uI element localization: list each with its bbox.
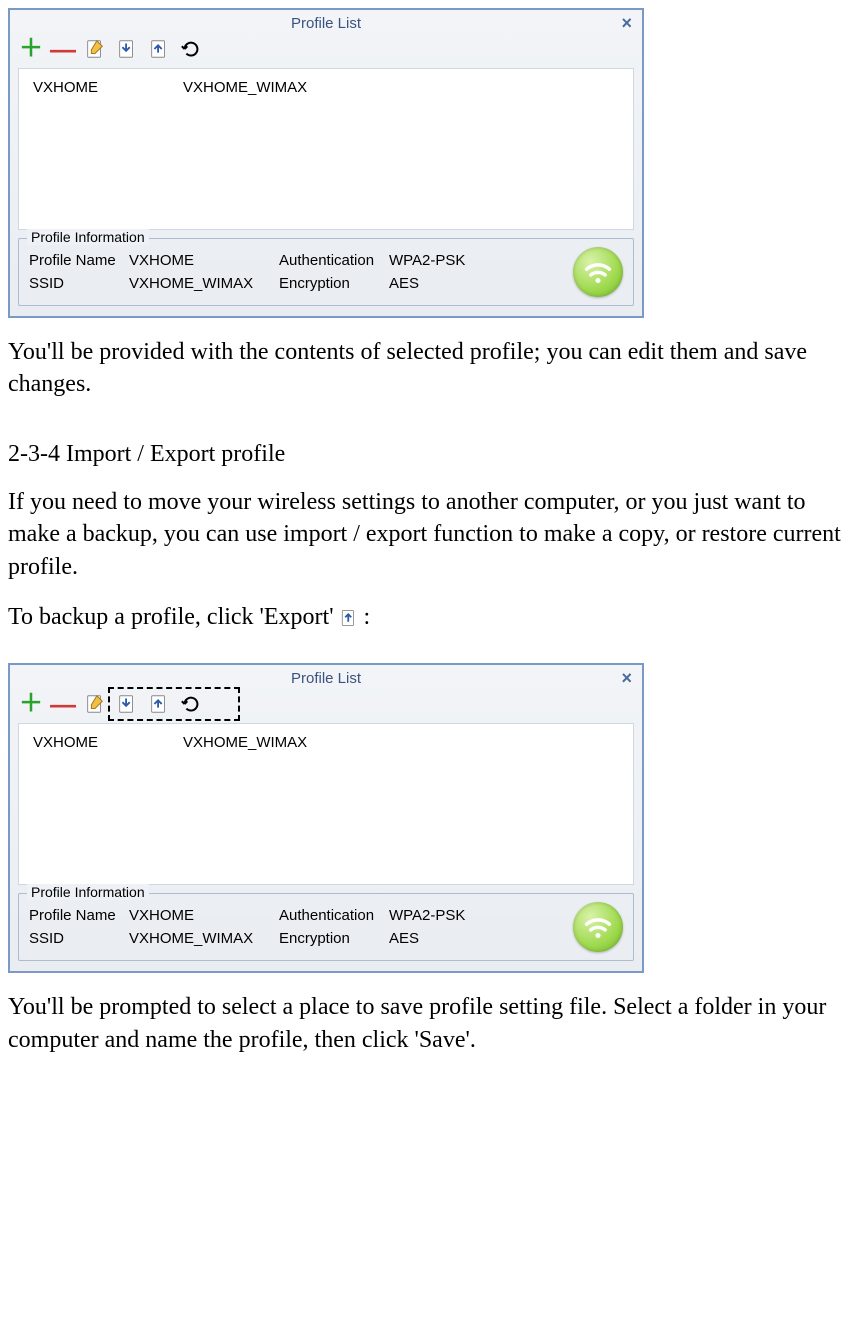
label-enc: Encryption	[279, 930, 389, 947]
profile-information-group: Profile Information Profile Name VXHOME …	[18, 893, 634, 961]
section-heading: 2-3-4 Import / Export profile	[8, 441, 851, 468]
profile-ssid-cell: VXHOME_WIMAX	[183, 79, 333, 96]
value-enc: AES	[389, 930, 479, 947]
dialog-title: Profile List	[291, 15, 361, 32]
profile-ssid-cell: VXHOME_WIMAX	[183, 734, 333, 751]
label-auth: Authentication	[279, 252, 389, 269]
edit-icon[interactable]	[84, 38, 106, 60]
add-icon[interactable]: ＋	[20, 693, 42, 715]
label-auth: Authentication	[279, 907, 389, 924]
value-profile-name: VXHOME	[129, 252, 279, 269]
import-icon[interactable]	[116, 693, 138, 715]
value-profile-name: VXHOME	[129, 907, 279, 924]
refresh-icon[interactable]	[180, 38, 202, 60]
profile-list-dialog-1: Profile List × ＋ — VXHOME VXHOME_WIMAX P…	[8, 8, 644, 318]
import-icon[interactable]	[116, 38, 138, 60]
value-enc: AES	[389, 275, 479, 292]
profile-name-cell: VXHOME	[33, 734, 183, 751]
text-before-icon: To backup a profile, click 'Export'	[8, 604, 340, 630]
label-enc: Encryption	[279, 275, 389, 292]
wifi-status-icon	[573, 902, 623, 952]
title-bar: Profile List ×	[10, 10, 642, 36]
remove-icon[interactable]: —	[52, 693, 74, 715]
export-icon[interactable]	[148, 38, 170, 60]
close-icon[interactable]: ×	[621, 668, 632, 689]
paragraph-save-prompt: You'll be prompted to select a place to …	[8, 991, 851, 1056]
label-ssid: SSID	[29, 275, 129, 292]
value-auth: WPA2-PSK	[389, 252, 479, 269]
toolbar: ＋ —	[10, 691, 642, 721]
label-profile-name: Profile Name	[29, 252, 129, 269]
group-legend: Profile Information	[27, 229, 149, 245]
paragraph-export-instruction: To backup a profile, click 'Export' :	[8, 601, 851, 633]
export-icon[interactable]	[148, 693, 170, 715]
export-icon-inline	[340, 604, 358, 622]
profile-row[interactable]: VXHOME VXHOME_WIMAX	[19, 724, 633, 761]
text-after-icon: :	[364, 604, 371, 630]
profile-list-dialog-2: Profile List × ＋ — VXHOME VXHOME_WIMAX	[8, 663, 644, 973]
profile-name-cell: VXHOME	[33, 79, 183, 96]
profile-information-group: Profile Information Profile Name VXHOME …	[18, 238, 634, 306]
add-icon[interactable]: ＋	[20, 38, 42, 60]
profile-list-area: VXHOME VXHOME_WIMAX	[18, 68, 634, 230]
label-ssid: SSID	[29, 930, 129, 947]
dialog-title: Profile List	[291, 670, 361, 687]
refresh-icon[interactable]	[180, 693, 202, 715]
wifi-status-icon	[573, 247, 623, 297]
paragraph-import-export-intro: If you need to move your wireless settin…	[8, 486, 851, 583]
value-ssid: VXHOME_WIMAX	[129, 275, 279, 292]
title-bar: Profile List ×	[10, 665, 642, 691]
profile-list-area: VXHOME VXHOME_WIMAX	[18, 723, 634, 885]
value-auth: WPA2-PSK	[389, 907, 479, 924]
group-legend: Profile Information	[27, 884, 149, 900]
paragraph-edit-profile: You'll be provided with the contents of …	[8, 336, 851, 401]
profile-row[interactable]: VXHOME VXHOME_WIMAX	[19, 69, 633, 106]
edit-icon[interactable]	[84, 693, 106, 715]
value-ssid: VXHOME_WIMAX	[129, 930, 279, 947]
label-profile-name: Profile Name	[29, 907, 129, 924]
remove-icon[interactable]: —	[52, 38, 74, 60]
toolbar: ＋ —	[10, 36, 642, 66]
close-icon[interactable]: ×	[621, 13, 632, 34]
